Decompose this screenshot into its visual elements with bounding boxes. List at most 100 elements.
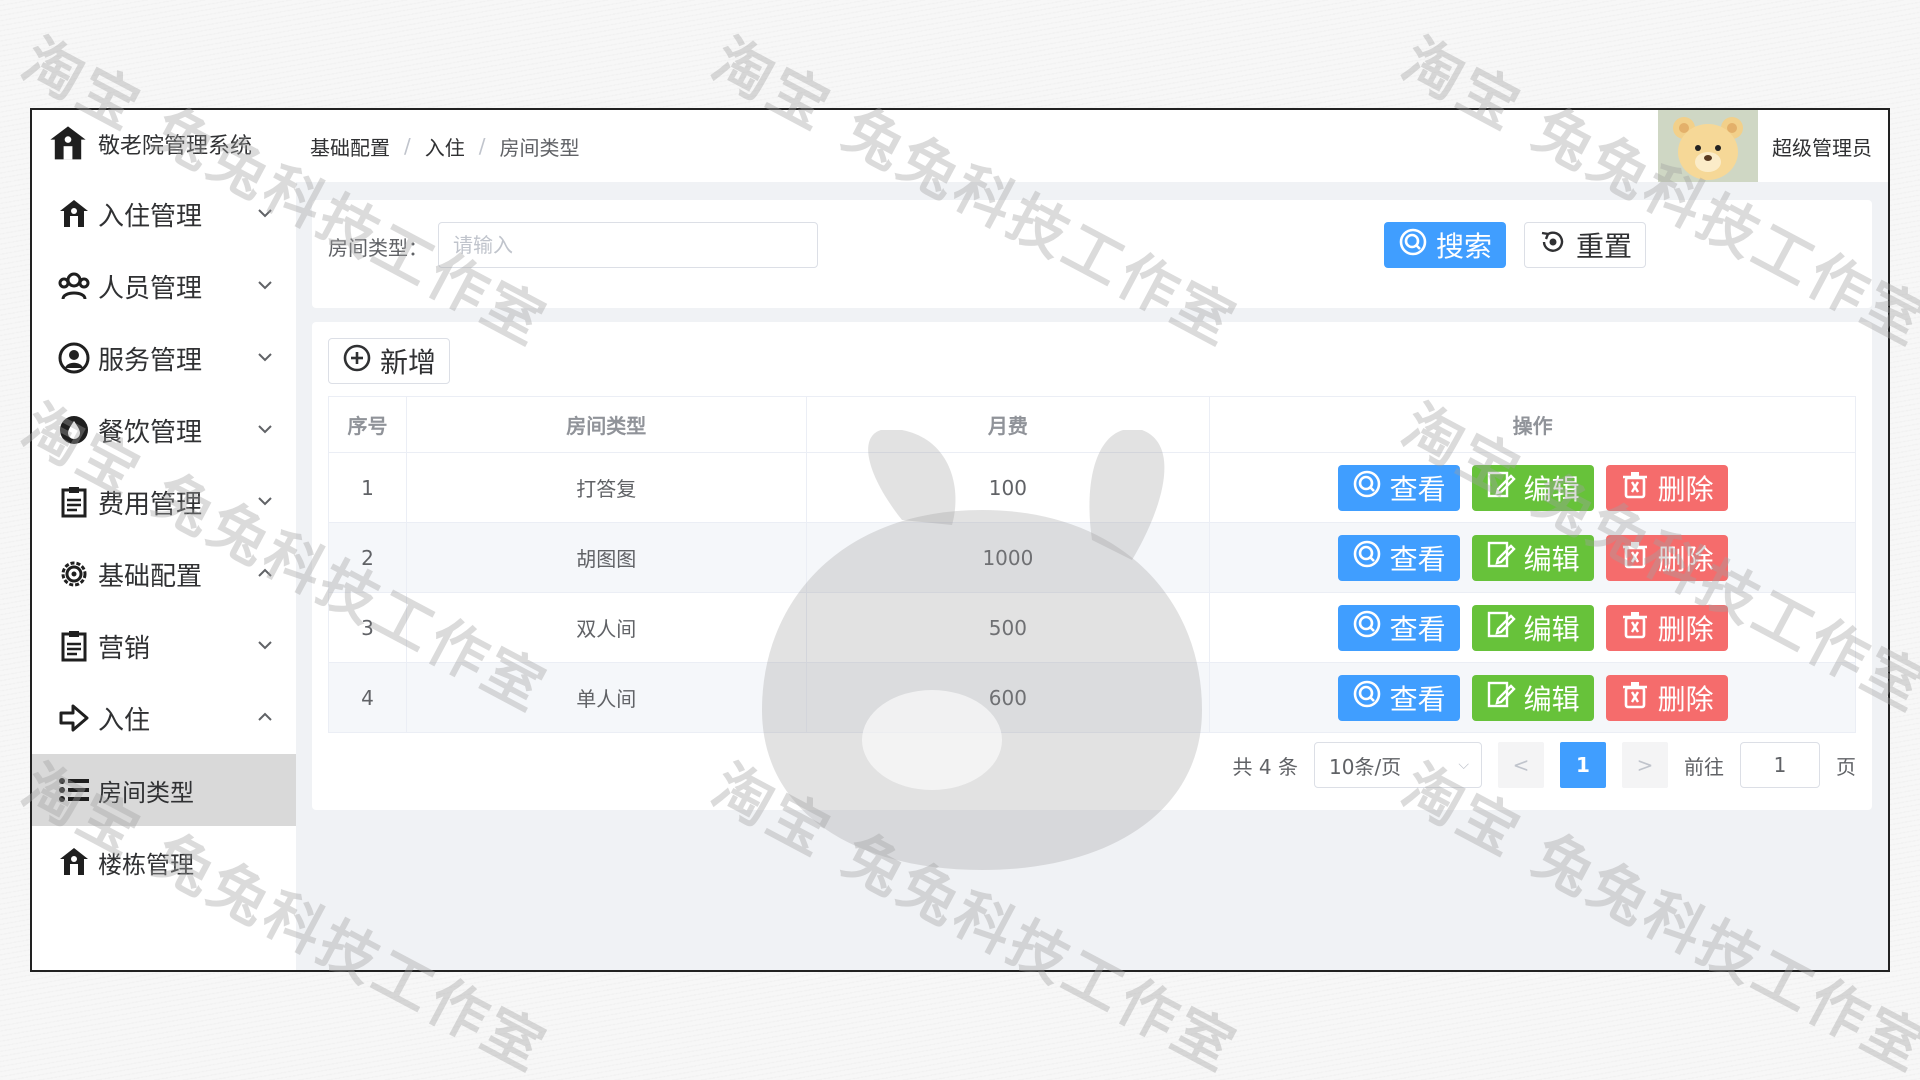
chevron-down-icon: ⌵ bbox=[1458, 757, 1469, 773]
delete-button[interactable]: 删除 bbox=[1605, 464, 1728, 511]
view-button[interactable]: 查看 bbox=[1337, 534, 1460, 581]
user-menu[interactable]: 超级管理员 bbox=[1658, 110, 1872, 182]
pagination: 共 4 条 10条/页 ⌵ < 1 > 前往 页 bbox=[1233, 742, 1856, 788]
breadcrumb-separator: / bbox=[478, 134, 486, 158]
chevron-down-icon bbox=[258, 494, 272, 510]
view-button-label: 查看 bbox=[1389, 542, 1446, 576]
sidebar-item-label: 餐饮管理 bbox=[98, 417, 203, 448]
edit-button-label: 编辑 bbox=[1523, 612, 1580, 646]
page-size-value: 10条/页 bbox=[1329, 754, 1402, 779]
sidebar-item-label: 入住管理 bbox=[98, 201, 203, 232]
prev-page-button[interactable]: < bbox=[1498, 742, 1544, 788]
sidebar-item-label: 营销 bbox=[98, 633, 151, 664]
sidebar-item-label: 基础配置 bbox=[98, 561, 203, 592]
clipboard-icon bbox=[56, 628, 92, 664]
main-content: 基础配置 / 入住 / 房间类型 超级管理员 房间类型： 请输入 搜索 重置 新… bbox=[296, 110, 1888, 970]
next-page-button[interactable]: > bbox=[1622, 742, 1668, 788]
view-button[interactable]: 查看 bbox=[1337, 464, 1460, 511]
trash-icon bbox=[1620, 539, 1650, 576]
sidebar-item-3[interactable]: 餐饮管理 bbox=[32, 394, 296, 466]
clipboard-icon bbox=[56, 484, 92, 520]
search-icon bbox=[1352, 609, 1382, 646]
enter-icon bbox=[56, 700, 92, 736]
page-size-select[interactable]: 10条/页 ⌵ bbox=[1314, 742, 1482, 788]
search-button[interactable]: 搜索 bbox=[1384, 222, 1506, 268]
cell-actions: 查看 编辑 删除 bbox=[1209, 592, 1856, 663]
edit-button[interactable]: 编辑 bbox=[1471, 674, 1594, 721]
edit-button[interactable]: 编辑 bbox=[1471, 464, 1594, 511]
add-button[interactable]: 新增 bbox=[328, 338, 450, 384]
sidebar-item-6[interactable]: 营销 bbox=[32, 610, 296, 682]
chevron-up-icon bbox=[258, 566, 272, 582]
table-row[interactable]: 1 打答复 100 查看 编辑 删除 bbox=[328, 452, 1856, 523]
page-number-1[interactable]: 1 bbox=[1560, 742, 1606, 788]
delete-button[interactable]: 删除 bbox=[1605, 604, 1728, 651]
sidebar-item-label: 入住 bbox=[98, 705, 151, 736]
view-button[interactable]: 查看 bbox=[1337, 674, 1460, 721]
column-header-index[interactable]: 序号 bbox=[328, 396, 407, 453]
room-type-search-input[interactable] bbox=[438, 222, 818, 268]
search-icon bbox=[1352, 539, 1382, 576]
sidebar-item-2[interactable]: 服务管理 bbox=[32, 322, 296, 394]
sidebar-item-9[interactable]: 楼栋管理 bbox=[32, 826, 296, 898]
home-icon bbox=[56, 196, 92, 232]
sidebar-item-5[interactable]: 基础配置 bbox=[32, 538, 296, 610]
delete-button[interactable]: 删除 bbox=[1605, 674, 1728, 721]
view-button[interactable]: 查看 bbox=[1337, 604, 1460, 651]
trash-icon bbox=[1620, 469, 1650, 506]
edit-button-label: 编辑 bbox=[1523, 682, 1580, 716]
sidebar-item-label: 费用管理 bbox=[98, 489, 203, 520]
edit-button-label: 编辑 bbox=[1523, 472, 1580, 506]
list-icon bbox=[56, 772, 92, 808]
column-header-monthly-fee[interactable]: 月费 bbox=[806, 396, 1211, 453]
page-suffix: 页 bbox=[1836, 754, 1856, 779]
cell-actions: 查看 编辑 删除 bbox=[1209, 452, 1856, 523]
cell-room-type: 胡图图 bbox=[406, 522, 807, 593]
cell-actions: 查看 编辑 删除 bbox=[1209, 522, 1856, 593]
sidebar-item-1[interactable]: 人员管理 bbox=[32, 250, 296, 322]
sidebar-item-4[interactable]: 费用管理 bbox=[32, 466, 296, 538]
table-row[interactable]: 4 单人间 600 查看 编辑 删除 bbox=[328, 662, 1856, 733]
pagination-total: 共 4 条 bbox=[1232, 754, 1298, 779]
breadcrumb-item-basic-config[interactable]: 基础配置 bbox=[310, 132, 390, 161]
breadcrumb: 基础配置 / 入住 / 房间类型 bbox=[310, 132, 580, 161]
search-icon bbox=[1352, 679, 1382, 716]
sidebar-item-0[interactable]: 入住管理 bbox=[32, 178, 296, 250]
breadcrumb-item-checkin[interactable]: 入住 bbox=[425, 132, 465, 161]
edit-button[interactable]: 编辑 bbox=[1471, 534, 1594, 581]
table-row[interactable]: 3 双人间 500 查看 编辑 删除 bbox=[328, 592, 1856, 663]
gear-icon bbox=[56, 556, 92, 592]
reset-icon bbox=[1538, 227, 1568, 264]
sidebar-item-label: 人员管理 bbox=[98, 273, 203, 304]
view-button-label: 查看 bbox=[1389, 472, 1446, 506]
edit-button[interactable]: 编辑 bbox=[1471, 604, 1594, 651]
edit-button-label: 编辑 bbox=[1523, 542, 1580, 576]
breadcrumb-item-room-type: 房间类型 bbox=[499, 135, 580, 160]
chevron-up-icon bbox=[258, 710, 272, 726]
sidebar-item-label: 房间类型 bbox=[98, 778, 194, 807]
drop-icon bbox=[56, 412, 92, 448]
table-panel: 新增 序号 房间类型 月费 操作 1 打答复 100 查看 编辑 删除 2 胡图图 1000 查看… bbox=[312, 322, 1872, 810]
sidebar: 敬老院管理系统 入住管理 人员管理 服务管理 餐饮管理 费用管理 基础配置 营销 入住 房间类型… bbox=[32, 110, 296, 970]
view-button-label: 查看 bbox=[1389, 612, 1446, 646]
table-row[interactable]: 2 胡图图 1000 查看 编辑 删除 bbox=[328, 522, 1856, 593]
delete-button[interactable]: 删除 bbox=[1605, 534, 1728, 581]
goto-page-input[interactable] bbox=[1740, 742, 1820, 788]
users-icon bbox=[56, 268, 92, 304]
cell-index: 4 bbox=[328, 662, 407, 733]
reset-button[interactable]: 重置 bbox=[1524, 222, 1646, 268]
search-icon bbox=[1398, 227, 1428, 264]
cell-actions: 查看 编辑 删除 bbox=[1209, 662, 1856, 733]
chevron-down-icon bbox=[258, 350, 272, 366]
avatar[interactable] bbox=[1658, 110, 1758, 182]
user-name: 超级管理员 bbox=[1772, 135, 1872, 160]
home-icon bbox=[56, 844, 92, 880]
cell-index: 3 bbox=[328, 592, 407, 663]
column-header-room-type[interactable]: 房间类型 bbox=[406, 396, 807, 453]
cell-monthly-fee: 500 bbox=[806, 592, 1211, 663]
sidebar-item-8[interactable]: 房间类型 bbox=[32, 754, 296, 826]
sidebar-menu: 入住管理人员管理服务管理餐饮管理费用管理基础配置营销入住房间类型楼栋管理 bbox=[32, 178, 296, 898]
cell-room-type: 打答复 bbox=[406, 452, 807, 523]
sidebar-item-7[interactable]: 入住 bbox=[32, 682, 296, 754]
trash-icon bbox=[1620, 679, 1650, 716]
